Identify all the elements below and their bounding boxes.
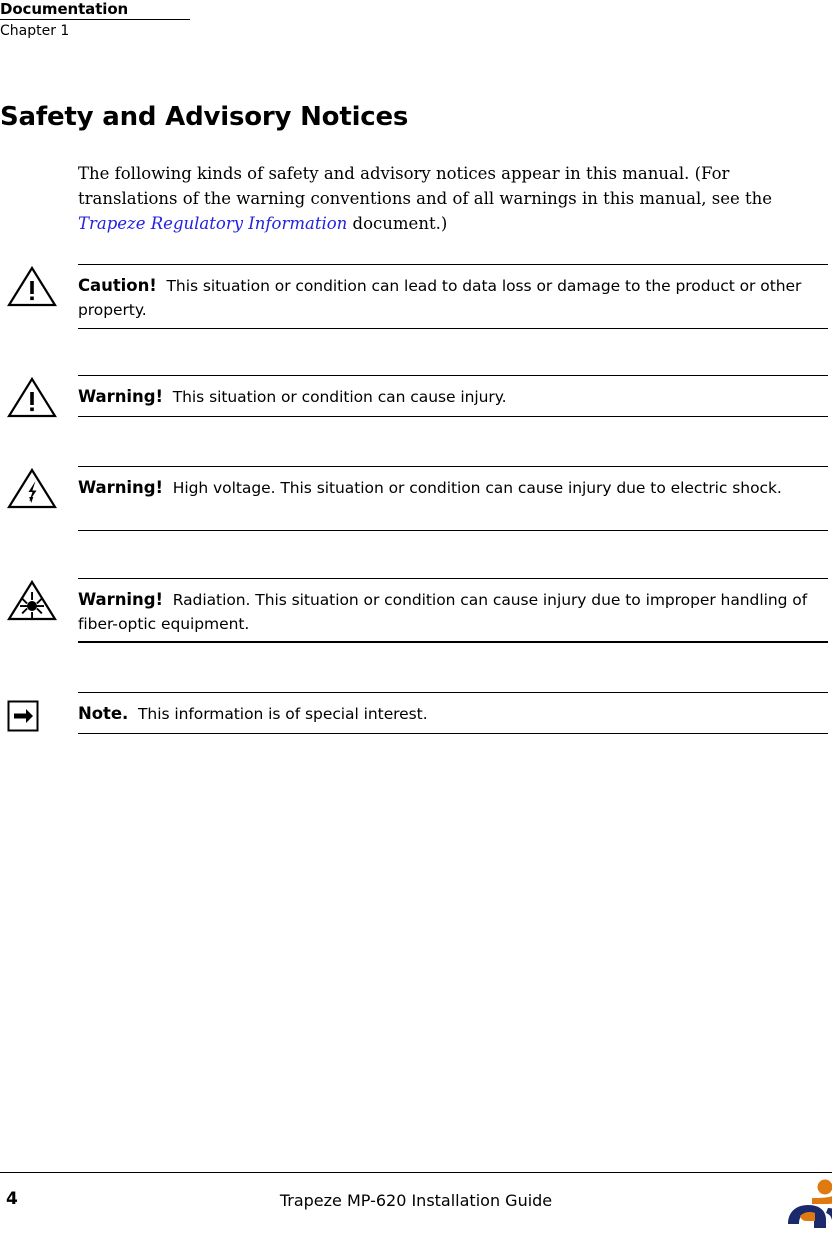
notice-rule-top	[78, 466, 828, 467]
notice-caution-body: Caution! This situation or condition can…	[78, 264, 828, 334]
notice-note-message: This information is of special interest.	[138, 705, 428, 723]
notice-radiation-body: Warning! Radiation. This situation or co…	[78, 578, 828, 648]
notice-warning-message: This situation or condition can cause in…	[172, 388, 507, 406]
notice-rule-top	[78, 578, 828, 579]
notice-note-label: Note.	[78, 704, 129, 723]
notice-rule-bottom	[78, 641, 828, 643]
notice-warning-label: Warning!	[78, 387, 163, 406]
header-divider	[0, 19, 190, 20]
trapeze-networks-logo	[786, 1178, 832, 1228]
laser-radiation-icon	[6, 578, 58, 622]
notice-caution-text: Caution! This situation or condition can…	[78, 274, 826, 322]
notice-high-voltage-message: High voltage. This situation or conditio…	[172, 479, 782, 497]
intro-text-before: The following kinds of safety and adviso…	[78, 163, 773, 208]
notice-rule-bottom	[78, 733, 828, 734]
notice-warning-body: Warning! This situation or condition can…	[78, 375, 828, 421]
notice-radiation-message: Radiation. This situation or condition c…	[78, 591, 808, 633]
footer-guide-title: Trapeze MP-620 Installation Guide	[279, 1191, 553, 1210]
intro-paragraph: The following kinds of safety and adviso…	[78, 161, 826, 236]
note-arrow-icon	[4, 692, 56, 736]
notice-radiation-label: Warning!	[78, 590, 163, 609]
notice-rule-top	[78, 264, 828, 265]
notice-caution-label: Caution!	[78, 276, 157, 295]
notice-rule-top	[78, 692, 828, 693]
notice-note-text: Note. This information is of special int…	[78, 702, 826, 726]
warning-triangle-icon	[6, 375, 58, 419]
notice-high-voltage-body: Warning! High voltage. This situation or…	[78, 466, 828, 536]
high-voltage-icon	[6, 466, 58, 510]
page-footer: 4 Trapeze MP-620 Installation Guide	[0, 1172, 832, 1236]
cross-reference-link[interactable]: Trapeze Regulatory Information	[78, 214, 347, 233]
page-title: Safety and Advisory Notices	[0, 102, 409, 133]
notice-high-voltage-label: Warning!	[78, 478, 163, 497]
caution-triangle-icon	[6, 264, 58, 308]
notice-caution-message: This situation or condition can lead to …	[78, 277, 802, 319]
header-document-label: Documentation	[0, 0, 129, 18]
footer-divider	[0, 1172, 832, 1173]
intro-text-after: document.)	[347, 213, 448, 233]
notice-high-voltage-text: Warning! High voltage. This situation or…	[78, 476, 826, 500]
notice-note-body: Note. This information is of special int…	[78, 692, 828, 738]
notice-rule-top	[78, 375, 828, 376]
notice-rule-bottom	[78, 530, 828, 531]
notice-radiation-text: Warning! Radiation. This situation or co…	[78, 588, 826, 636]
header-chapter-label: Chapter 1	[0, 23, 70, 39]
notice-warning-text: Warning! This situation or condition can…	[78, 385, 826, 409]
notice-rule-bottom	[78, 416, 828, 417]
notice-rule-bottom	[78, 328, 828, 329]
